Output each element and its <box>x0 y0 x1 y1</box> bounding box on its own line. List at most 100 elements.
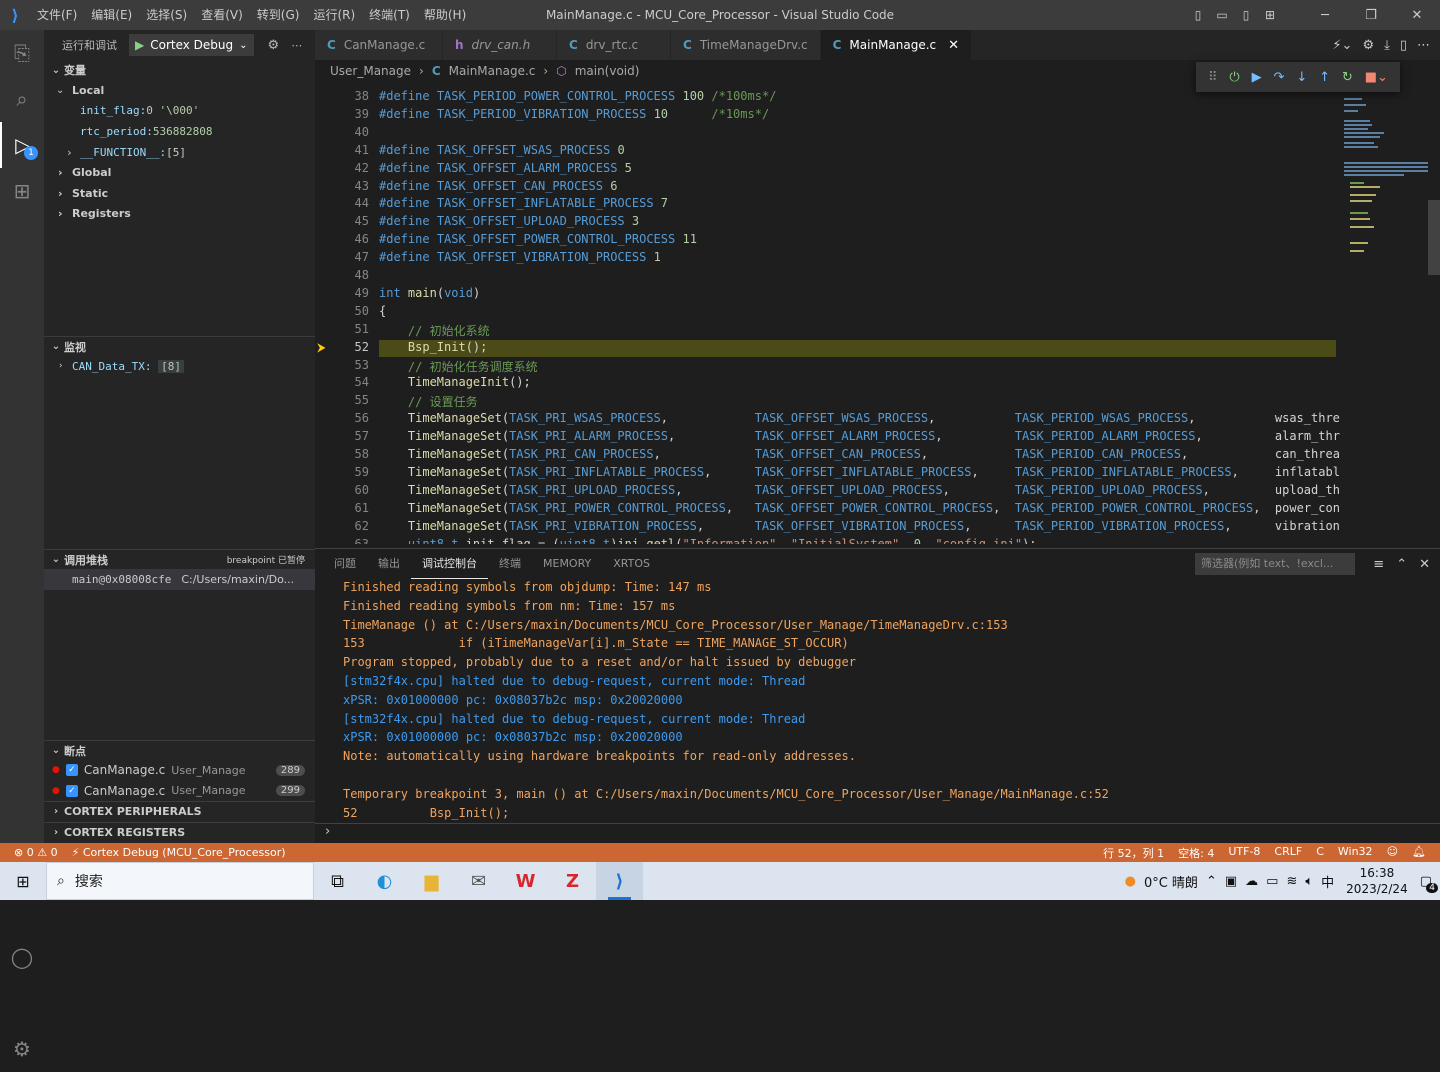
clear-console-icon[interactable]: ≡ <box>1373 557 1384 572</box>
restart-icon[interactable]: ↻ <box>1342 70 1353 85</box>
step-into-icon[interactable]: ↓ <box>1296 70 1307 85</box>
notification-center-icon[interactable]: ▢ 4 <box>1420 874 1438 893</box>
menu-item[interactable]: 转到(G) <box>250 0 307 30</box>
menu-item[interactable]: 文件(F) <box>30 0 84 30</box>
settings-icon[interactable]: ⚙ <box>1362 38 1374 53</box>
watch-section-header[interactable]: ⌄ 监视 <box>44 336 315 356</box>
explorer-icon[interactable]: ⎘ <box>0 30 44 76</box>
split-editor-icon[interactable]: ▯ <box>1400 38 1407 53</box>
menu-item[interactable]: 终端(T) <box>362 0 417 30</box>
breakpoint-item[interactable]: ● ✓ CanManage.c User_Manage 289 <box>44 760 315 781</box>
wifi-icon[interactable]: ≋ <box>1286 874 1297 889</box>
breakpoints-section-header[interactable]: ⌄ 断点 <box>44 740 315 760</box>
breakpoint-item[interactable]: ● ✓ CanManage.c User_Manage 299 <box>44 781 315 802</box>
menu-item[interactable]: 查看(V) <box>194 0 250 30</box>
debug-status[interactable]: ⚡ Cortex Debug (MCU_Core_Processor) <box>72 846 286 859</box>
minimize-icon[interactable]: ─ <box>1302 0 1348 30</box>
edge-browser-icon[interactable]: ◐ <box>361 862 408 900</box>
mail-icon[interactable]: ✉ <box>455 862 502 900</box>
platform[interactable]: Win32 <box>1338 845 1373 861</box>
panel-tab[interactable]: 调试控制台 <box>411 549 488 579</box>
feedback-icon[interactable]: ☺ <box>1387 845 1398 861</box>
vscode-taskbar-icon[interactable]: ⟩ <box>596 862 643 900</box>
cortex-registers-header[interactable]: › CORTEX REGISTERS <box>44 822 315 842</box>
clock[interactable]: 16:38 2023/2/24 <box>1342 865 1412 897</box>
task-view-icon[interactable]: ⧉ <box>314 862 361 900</box>
watch-item[interactable]: › CAN_Data_TX: [8] <box>58 356 184 377</box>
close-window-icon[interactable]: ✕ <box>1394 0 1440 30</box>
ime-indicator[interactable]: 中 <box>1321 872 1334 891</box>
editor-scrollbar[interactable] <box>1428 200 1440 275</box>
file-explorer-icon[interactable]: ▆ <box>408 862 455 900</box>
code-editor[interactable]: 38 #define TASK_PERIOD_POWER_CONTROL_PROC… <box>315 82 1340 544</box>
customize-layout-icon[interactable]: ⊞ <box>1260 5 1280 25</box>
settings-gear-icon[interactable]: ⚙ <box>0 1026 44 1072</box>
run-debug-icon[interactable]: ▷ 1 <box>0 122 44 168</box>
console-filter-input[interactable]: 筛选器(例如 text、!excl... <box>1195 553 1355 575</box>
menu-item[interactable]: 帮助(H) <box>417 0 473 30</box>
close-tab-icon[interactable]: ✕ <box>948 38 959 53</box>
tab-drv_can-h[interactable]: h drv_can.h <box>443 30 557 60</box>
run-debug-dropdown-icon[interactable]: ⚡⌄ <box>1332 38 1352 53</box>
toggle-sidebar-icon[interactable]: ▯ <box>1188 5 1208 25</box>
tab-drv_rtc-c[interactable]: Cdrv_rtc.c <box>557 30 671 60</box>
extensions-icon[interactable]: ⊞ <box>0 168 44 214</box>
drag-handle-icon[interactable]: ⠿ <box>1208 70 1218 85</box>
continue-icon[interactable]: ▶ <box>1252 70 1262 85</box>
restore-icon[interactable]: ❐ <box>1348 0 1394 30</box>
step-out-icon[interactable]: ↑ <box>1319 70 1330 85</box>
gear-icon[interactable]: ⚙ <box>268 38 280 53</box>
scope-registers[interactable]: › Registers <box>44 204 315 225</box>
battery-icon[interactable]: ▭ <box>1266 874 1278 889</box>
scope-static[interactable]: › Static <box>44 183 315 204</box>
tab-canmanage-c[interactable]: C CanManage.c <box>315 30 443 60</box>
account-icon[interactable]: ◯ <box>0 934 44 980</box>
stop-icon[interactable]: ■⌄ <box>1365 70 1388 85</box>
checkbox-checked-icon[interactable]: ✓ <box>65 784 78 797</box>
volume-icon[interactable]: 🔈︎ <box>1305 874 1313 889</box>
tab-timemanagedrv-c[interactable]: C TimeManageDrv.c <box>671 30 821 60</box>
callstack-section-header[interactable]: ⌄ 调用堆栈 breakpoint 已暂停 <box>44 549 315 569</box>
encoding[interactable]: UTF-8 <box>1228 845 1260 861</box>
panel-tab[interactable]: MEMORY <box>532 549 602 579</box>
variables-section-header[interactable]: ⌄ 变量 <box>44 60 315 80</box>
menu-item[interactable]: 运行(R) <box>306 0 362 30</box>
windows-start-icon[interactable]: ⊞ <box>0 862 46 900</box>
checkbox-checked-icon[interactable]: ✓ <box>65 764 78 777</box>
cursor-position[interactable]: 行 52，列 1 <box>1103 845 1164 861</box>
step-over-icon[interactable]: ↷ <box>1274 70 1285 85</box>
panel-tab[interactable]: 输出 <box>367 549 411 579</box>
breadcrumb-folder[interactable]: User_Manage <box>330 64 411 78</box>
callstack-frame[interactable]: main@0x08008cfe C:/Users/maxin/Do... <box>44 569 315 590</box>
disassembly-icon[interactable]: ⤓ <box>1384 38 1390 53</box>
maximize-panel-icon[interactable]: ⌃ <box>1396 557 1407 572</box>
indentation[interactable]: 空格: 4 <box>1178 845 1214 861</box>
breadcrumb-symbol[interactable]: main(void) <box>575 64 640 78</box>
menu-item[interactable]: 选择(S) <box>139 0 194 30</box>
variable-row[interactable]: rtc_period: 536882808 <box>44 121 315 142</box>
zotero-icon[interactable]: Z <box>549 862 596 900</box>
panel-tab[interactable]: 终端 <box>488 549 532 579</box>
toggle-secondary-sidebar-icon[interactable]: ▯ <box>1236 5 1256 25</box>
language-mode[interactable]: C <box>1316 845 1324 861</box>
scope-global[interactable]: › Global <box>44 162 315 183</box>
console-input-prompt-icon[interactable]: › <box>325 824 330 839</box>
chevron-up-icon[interactable]: ⌃ <box>1206 874 1217 889</box>
more-actions-icon[interactable]: ⋯ <box>1417 38 1430 53</box>
close-panel-icon[interactable]: ✕ <box>1419 557 1430 572</box>
variable-row[interactable]: › __FUNCTION__: [5] <box>44 142 315 163</box>
cortex-peripherals-header[interactable]: › CORTEX PERIPHERALS <box>44 801 315 821</box>
variable-row[interactable]: init_flag: 0 '\000' <box>44 101 315 122</box>
notifications-bell-icon[interactable]: 🔔︎ <box>1412 845 1426 861</box>
weather-text[interactable]: 0°C 晴朗 <box>1144 872 1198 891</box>
cloud-icon[interactable]: ☁ <box>1245 874 1258 889</box>
search-icon[interactable]: ⌕ <box>0 76 44 122</box>
local-scope[interactable]: ⌄ Local <box>44 80 315 101</box>
panel-tab[interactable]: XRTOS <box>602 549 661 579</box>
minimap[interactable] <box>1340 82 1428 544</box>
debug-config-select[interactable]: ▶ Cortex Debug ⌄ <box>129 34 254 56</box>
tab-mainmanage-c[interactable]: C MainManage.c ✕ <box>820 30 973 60</box>
panel-tab[interactable]: 问题 <box>323 549 367 579</box>
more-actions-icon[interactable]: ⋯ <box>291 39 302 52</box>
start-debug-icon[interactable]: ▶ <box>135 38 144 52</box>
